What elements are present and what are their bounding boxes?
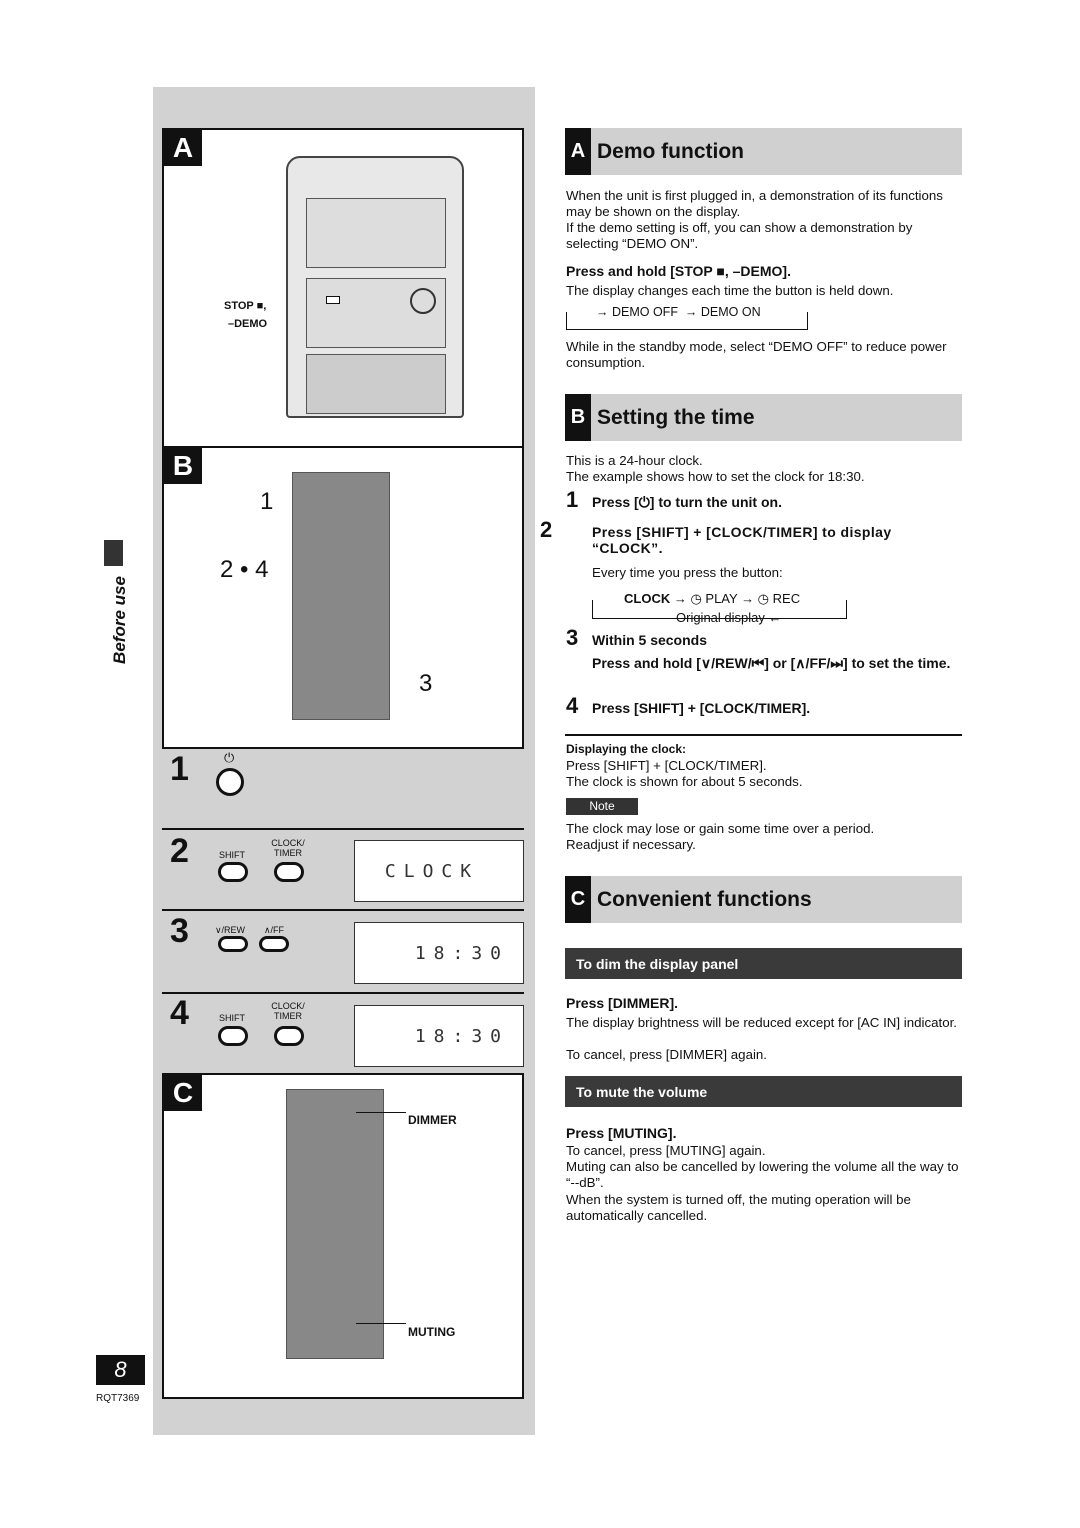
clock-intro-1: This is a 24-hour clock. (566, 453, 703, 468)
callout-1: 1 (260, 488, 274, 515)
step-4-number: 4 (170, 994, 189, 1032)
callout-3: 3 (419, 670, 433, 697)
displaying-2: The clock is shown for about 5 seconds. (566, 774, 803, 789)
clock-timer-label: CLOCK/ TIMER (271, 838, 305, 858)
remote-control-illustration (286, 1089, 384, 1359)
demo-step: Press and hold [STOP ■, –DEMO]. (566, 263, 791, 279)
callout-2-4: 2 • 4 (220, 556, 269, 583)
mute-volume: Muting can also be cancelled by lowering… (566, 1159, 959, 1191)
muting-callout: MUTING (408, 1325, 456, 1339)
step-number: 4 (566, 693, 579, 718)
demo-note: While in the standby mode, select “DEMO … (566, 339, 947, 371)
mute-off: When the system is turned off, the mutin… (566, 1192, 911, 1224)
figure-a-tag: A (164, 130, 202, 166)
step-3-number: 3 (170, 912, 189, 950)
step-text: Press [SHIFT] + [CLOCK/TIMER] to display… (592, 524, 892, 557)
step-2-detail: Every time you press the button: (592, 565, 783, 580)
rew-label: ∨/REW (214, 925, 246, 935)
figure-c-tag: C (164, 1075, 202, 1111)
figure-b-tag: B (164, 448, 202, 484)
rew-button[interactable] (218, 936, 248, 952)
figure-a: A STOP ■, –DEMO (162, 128, 524, 448)
side-tab-marker (104, 540, 123, 566)
stop-callout: STOP ■, (224, 300, 267, 312)
section-b-header: B Setting the time (565, 394, 962, 441)
section-title: Convenient functions (597, 887, 812, 911)
step-3-text2: Press and hold [∨/REW/⏮] or [∧/FF/⏭] to … (592, 655, 951, 671)
demo-callout: –DEMO (228, 318, 268, 330)
stereo-unit-illustration (286, 156, 464, 418)
clock-timer-button[interactable] (274, 862, 304, 882)
lcd-display-clock: CLOCK (354, 840, 524, 902)
demo-desc: The display changes each time the button… (566, 283, 894, 298)
ff-label: ∧/FF (263, 925, 285, 935)
mute-cancel: To cancel, press [MUTING] again. (566, 1143, 766, 1158)
step-text: Press [SHIFT] + [CLOCK/TIMER]. (592, 700, 811, 716)
note-badge: Note (566, 798, 638, 815)
section-title: Setting the time (597, 405, 755, 429)
doc-code: RQT7369 (96, 1393, 140, 1404)
figure-b: B 1 2 • 4 3 (162, 446, 524, 749)
stop-demo-button[interactable] (326, 296, 340, 304)
mute-step: Press [MUTING]. (566, 1125, 677, 1141)
step-2-number: 2 (170, 832, 189, 870)
section-title: Demo function (597, 139, 744, 163)
section-letter: B (565, 394, 591, 441)
clock-timer-label: CLOCK/ TIMER (271, 1001, 305, 1021)
lcd-display-time-set: 18:30 (354, 1005, 524, 1067)
lcd-display-time-blinking: 18:30 (354, 922, 524, 984)
displaying-title: Displaying the clock: (566, 742, 687, 756)
step-number: 3 (566, 625, 579, 650)
section-letter: A (565, 128, 591, 175)
shift-label: SHIFT (219, 850, 245, 860)
note-2: Readjust if necessary. (566, 837, 696, 852)
step-1-number: 1 (170, 750, 189, 788)
dim-step: Press [DIMMER]. (566, 995, 679, 1011)
displaying-1: Press [SHIFT] + [CLOCK/TIMER]. (566, 758, 767, 773)
clock-timer-button[interactable] (274, 1026, 304, 1046)
demo-intro-1: When the unit is first plugged in, a dem… (566, 188, 943, 220)
remote-control-illustration (292, 472, 390, 720)
ff-button[interactable] (259, 936, 289, 952)
dimmer-callout: DIMMER (408, 1113, 457, 1127)
clock-intro-2: The example shows how to set the clock f… (566, 469, 865, 484)
power-button[interactable] (216, 768, 244, 796)
step-text: Press [⏻] to turn the unit on. (592, 494, 782, 510)
section-a-header: A Demo function (565, 128, 962, 175)
dim-desc: The display brightness will be reduced e… (566, 1015, 957, 1030)
dim-cancel: To cancel, press [DIMMER] again. (566, 1047, 768, 1062)
section-label: Before use (110, 576, 129, 664)
shift-button[interactable] (218, 1026, 248, 1046)
step-number: 2 (540, 517, 553, 542)
dim-subheader: To dim the display panel (565, 948, 962, 979)
step-text: Within 5 seconds (592, 632, 708, 648)
section-c-header: C Convenient functions (565, 876, 962, 923)
step-number: 1 (566, 487, 579, 512)
note-1: The clock may lose or gain some time ove… (566, 821, 875, 836)
section-letter: C (565, 876, 591, 923)
page-number: 8 (96, 1355, 145, 1385)
mute-subheader: To mute the volume (565, 1076, 962, 1107)
figure-c: C DIMMER MUTING (162, 1073, 524, 1399)
shift-button[interactable] (218, 862, 248, 882)
demo-intro-2: If the demo setting is off, you can show… (566, 220, 913, 252)
shift-label: SHIFT (219, 1013, 245, 1023)
power-icon: ⏻ (224, 750, 235, 765)
